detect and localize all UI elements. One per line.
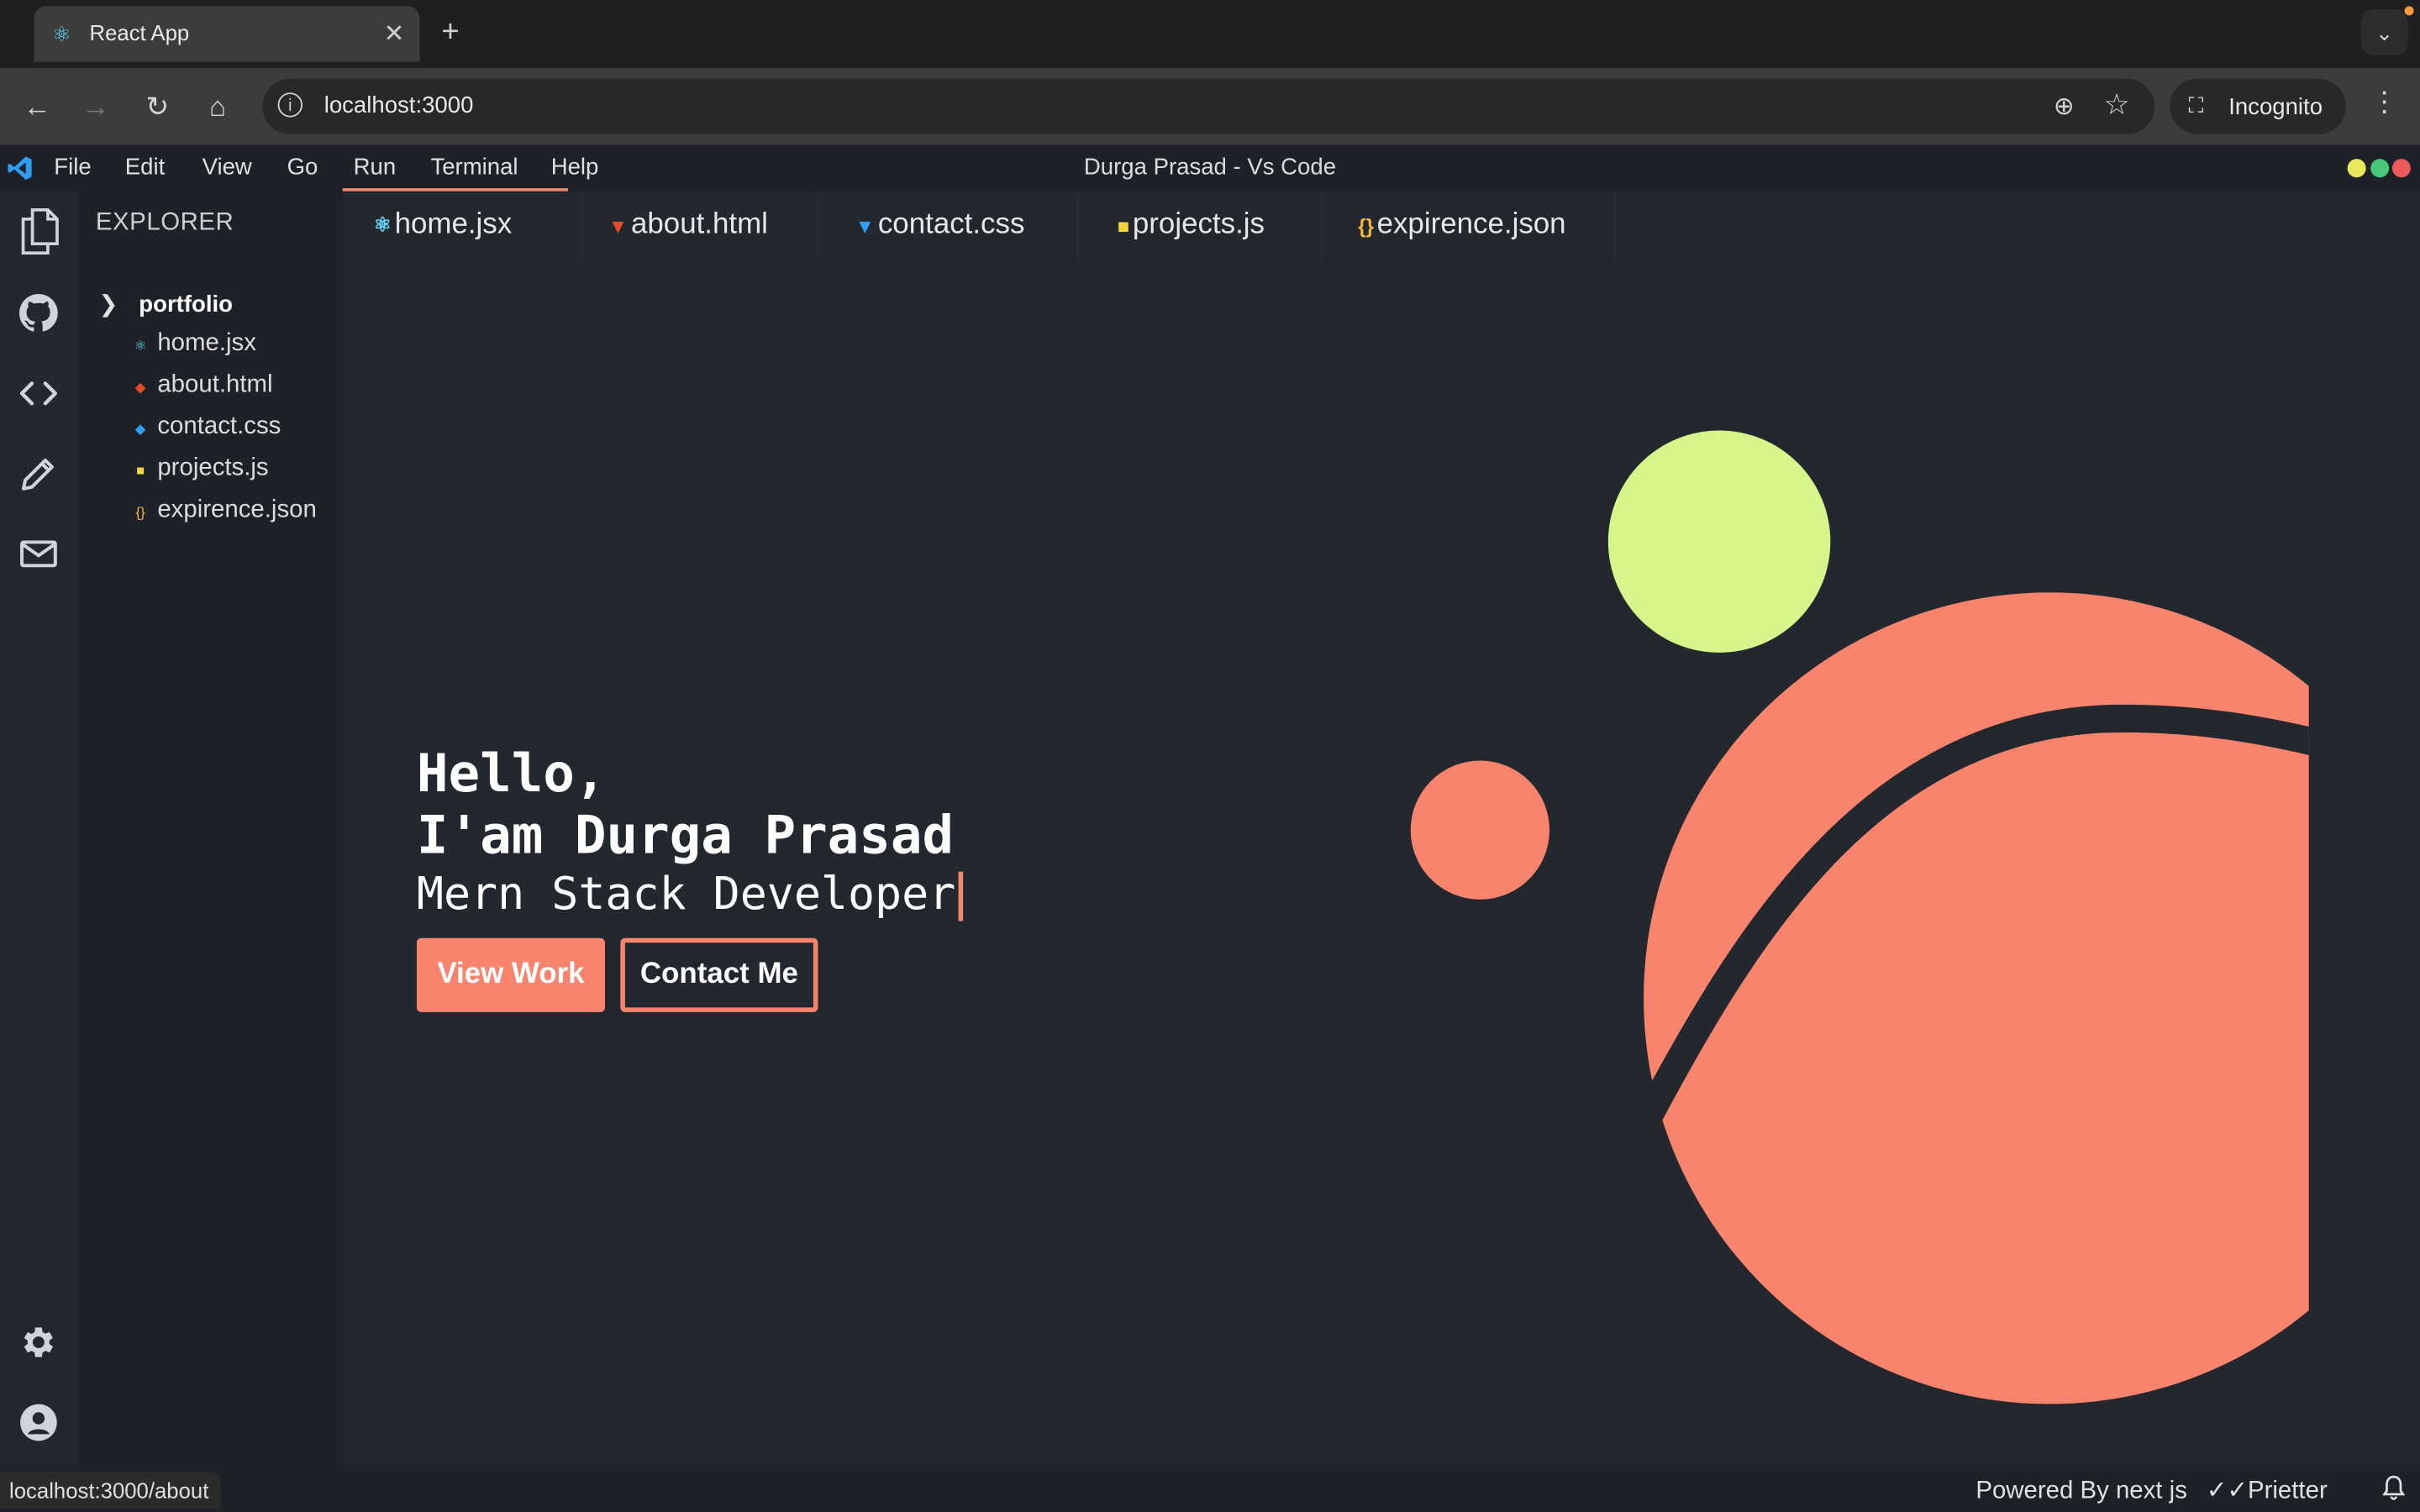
zoom-icon[interactable]: ⊕ bbox=[2054, 91, 2075, 122]
file-about-html[interactable]: ◆ about.html bbox=[133, 372, 273, 400]
tab-projects-js[interactable]: ■ projects.js bbox=[1117, 191, 1323, 260]
editor-area: ⚛ home.jsx ▼ about.html ▼ contact.css ■ proj… bbox=[342, 191, 2420, 1466]
folder-portfolio[interactable]: ❯ portfolio bbox=[99, 290, 233, 318]
code-icon[interactable] bbox=[18, 373, 59, 413]
tab-label: home.jsx bbox=[394, 207, 513, 241]
editor-tabs: ⚛ home.jsx ▼ about.html ▼ contact.css ■ proj… bbox=[343, 191, 2420, 260]
tab-search-button[interactable]: ⌄ bbox=[2361, 9, 2408, 56]
explorer-files-icon[interactable] bbox=[18, 207, 61, 256]
prettier-label[interactable]: Prietter bbox=[2248, 1478, 2328, 1504]
tab-about-html[interactable]: ▼ about.html bbox=[608, 191, 820, 260]
html5-icon: ◆ bbox=[134, 379, 146, 396]
file-label: about.html bbox=[157, 371, 273, 398]
url-text[interactable]: localhost:3000 bbox=[324, 92, 474, 118]
chevron-right-icon: ❯ bbox=[98, 291, 118, 318]
js-icon: ■ bbox=[136, 463, 145, 479]
file-home-jsx[interactable]: ⚛ home.jsx bbox=[133, 330, 256, 358]
menu-go[interactable]: Go bbox=[287, 155, 318, 181]
menu-run[interactable]: Run bbox=[354, 155, 397, 181]
file-label: contact.css bbox=[157, 413, 281, 440]
hero-greeting: Hello, bbox=[416, 743, 607, 806]
react-favicon-icon: ⚛ bbox=[51, 21, 72, 47]
powered-by-text: Powered By next js bbox=[1975, 1478, 2187, 1504]
css3-icon: ◆ bbox=[134, 421, 146, 437]
incognito-label: Incognito bbox=[2228, 94, 2323, 121]
tab-expirence-json[interactable]: {} expirence.json bbox=[1358, 191, 1617, 260]
js-icon: ■ bbox=[1117, 213, 1130, 237]
contact-me-button[interactable]: Contact Me bbox=[620, 937, 818, 1012]
status-right: Powered By next js ✓✓Prietter bbox=[1975, 1475, 2327, 1506]
tab-label: projects.js bbox=[1132, 207, 1265, 241]
file-projects-js[interactable]: ■ projects.js bbox=[133, 454, 269, 483]
hero-role: Mern Stack Developer bbox=[417, 867, 964, 921]
browser-tab-title: React App bbox=[89, 19, 190, 45]
site-info-icon[interactable]: i bbox=[277, 92, 302, 118]
update-indicator bbox=[2404, 6, 2414, 16]
menu-view[interactable]: View bbox=[203, 155, 252, 181]
hero-name: I'am Durga Prasad bbox=[416, 805, 955, 868]
incognito-icon: ⛶ bbox=[2188, 92, 2204, 118]
home-icon[interactable]: ⌂ bbox=[201, 90, 234, 123]
bell-icon[interactable] bbox=[2380, 1473, 2407, 1501]
menu-file[interactable]: File bbox=[54, 155, 91, 181]
maximize-dot[interactable] bbox=[2370, 159, 2390, 178]
tab-label: expirence.json bbox=[1376, 207, 1566, 241]
tab-home-jsx[interactable]: ⚛ home.jsx bbox=[373, 191, 582, 260]
browser-menu-icon[interactable]: ⋮ bbox=[2370, 87, 2398, 119]
github-icon[interactable] bbox=[18, 293, 59, 333]
pencil-icon[interactable] bbox=[18, 454, 59, 494]
account-icon[interactable] bbox=[18, 1403, 59, 1443]
incognito-badge[interactable]: ⛶ Incognito bbox=[2170, 78, 2346, 134]
new-tab-button[interactable]: + bbox=[441, 15, 459, 50]
hero-role-text: Mern Stack Developer bbox=[416, 867, 956, 920]
bookmark-star-icon[interactable]: ☆ bbox=[2103, 88, 2129, 123]
html5-icon: ▼ bbox=[608, 213, 629, 237]
mail-icon[interactable] bbox=[18, 533, 59, 574]
json-icon: {} bbox=[1358, 213, 1374, 237]
browser-toolbar: ← → ↻ ⌂ i localhost:3000 ⊕ ☆ ⛶ Incognito… bbox=[0, 67, 2420, 145]
tab-label: contact.css bbox=[877, 207, 1025, 241]
reload-icon[interactable]: ↻ bbox=[140, 90, 174, 123]
activity-bar bbox=[0, 191, 77, 1466]
forward-icon[interactable]: → bbox=[79, 90, 113, 123]
explorer-title: EXPLORER bbox=[95, 209, 234, 237]
portfolio-app: File Edit View Go Run Terminal Help Durg… bbox=[0, 144, 2420, 1512]
view-work-button[interactable]: View Work bbox=[416, 937, 605, 1012]
vscode-logo-icon bbox=[8, 156, 32, 180]
file-label: home.jsx bbox=[157, 330, 256, 357]
react-icon: ⚛ bbox=[134, 338, 147, 354]
react-icon: ⚛ bbox=[373, 213, 392, 237]
menu-terminal[interactable]: Terminal bbox=[430, 155, 518, 181]
menu-edit[interactable]: Edit bbox=[125, 155, 165, 181]
browser-tab[interactable]: ⚛ React App ✕ bbox=[34, 6, 420, 62]
json-icon: {} bbox=[135, 504, 145, 520]
file-contact-css[interactable]: ◆ contact.css bbox=[133, 413, 281, 441]
browser-tab-strip: ⚛ React App ✕ + ⌄ bbox=[0, 0, 2420, 68]
link-preview: localhost:3000/about bbox=[0, 1472, 222, 1509]
explorer-sidebar: EXPLORER ❯ portfolio ⚛ home.jsx ◆ about.htm… bbox=[76, 191, 343, 1466]
folder-label: portfolio bbox=[139, 291, 234, 318]
back-icon[interactable]: ← bbox=[20, 90, 54, 123]
close-tab-icon[interactable]: ✕ bbox=[384, 18, 405, 50]
close-dot[interactable] bbox=[2391, 159, 2411, 178]
file-label: projects.js bbox=[157, 454, 269, 482]
checks-icon: ✓✓ bbox=[2206, 1478, 2249, 1504]
address-bar[interactable]: i localhost:3000 ⊕ ☆ bbox=[262, 78, 2155, 134]
settings-gear-icon[interactable] bbox=[18, 1322, 59, 1362]
minimize-dot[interactable] bbox=[2347, 159, 2366, 178]
menu-help[interactable]: Help bbox=[551, 155, 599, 181]
menu-bar: File Edit View Go Run Terminal Help Durg… bbox=[0, 144, 2420, 192]
css3-icon: ▼ bbox=[855, 213, 876, 237]
typing-caret bbox=[958, 871, 964, 921]
decor-large-coral-shape bbox=[1636, 592, 2309, 1404]
file-expirence-json[interactable]: {} expirence.json bbox=[133, 496, 317, 524]
file-label: expirence.json bbox=[157, 496, 317, 523]
decor-small-coral-circle bbox=[1410, 760, 1550, 900]
tab-label: about.html bbox=[630, 207, 768, 241]
tab-contact-css[interactable]: ▼ contact.css bbox=[855, 191, 1079, 260]
status-bar: localhost:3000/about Powered By next js … bbox=[0, 1465, 2420, 1512]
